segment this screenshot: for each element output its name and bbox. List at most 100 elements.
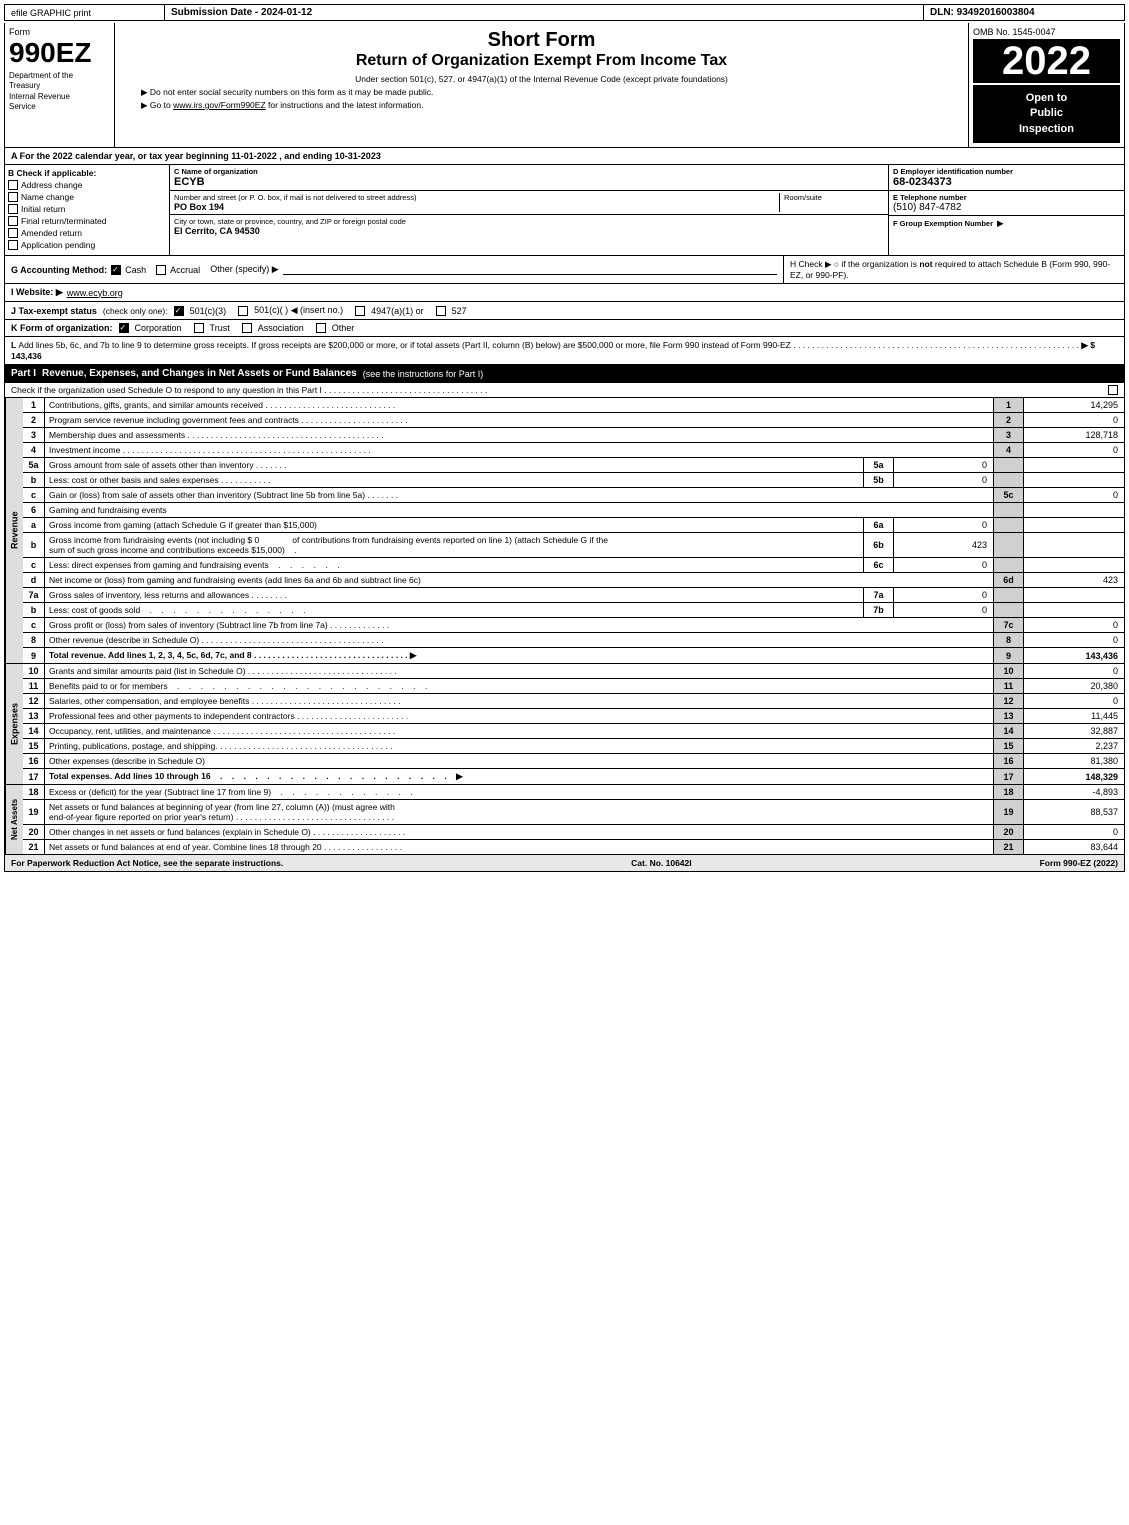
org-address-row: Number and street (or P. O. box, if mail… [170, 191, 888, 215]
row-val-3: 128,718 [1024, 428, 1124, 442]
l-dots: . . . . . . . . . . . . . . . . . . . . … [793, 340, 1079, 350]
row-linenum-6-empty [994, 503, 1024, 517]
revenue-row-6b: b Gross income from fundraising events (… [23, 533, 1124, 558]
cash-checkbox[interactable] [111, 265, 121, 275]
accrual-checkbox[interactable] [156, 265, 166, 275]
irs-link[interactable]: www.irs.gov/Form990EZ [173, 100, 266, 110]
row-desc-21: Net assets or fund balances at end of ye… [45, 840, 994, 854]
phone-row: E Telephone number (510) 847-4782 [889, 191, 1124, 216]
initial-return-checkbox[interactable] [8, 204, 18, 214]
row-num-6d: d [23, 573, 45, 587]
row-sub-7b: 7b [864, 603, 894, 617]
row-linenum-5c: 5c [994, 488, 1024, 502]
j-4947-check[interactable] [355, 306, 365, 316]
submission-text: Submission Date - 2024-01-12 [171, 7, 312, 18]
row-val-16: 81,380 [1024, 754, 1124, 768]
omb-number: OMB No. 1545-0047 [973, 27, 1120, 37]
section-j: J Tax-exempt status (check only one): 50… [5, 302, 1124, 320]
check-address-change: Address change [8, 180, 166, 190]
section-gh: G Accounting Method: Cash Accrual Other … [4, 256, 1125, 283]
row-num-17: 17 [23, 769, 45, 784]
row-num-15: 15 [23, 739, 45, 753]
row-desc-7c: Gross profit or (loss) from sales of inv… [45, 618, 994, 632]
net-row-20: 20 Other changes in net assets or fund b… [23, 825, 1124, 840]
row-val-10: 0 [1024, 664, 1124, 678]
row-desc-13: Professional fees and other payments to … [45, 709, 994, 723]
row-desc-9: Total revenue. Add lines 1, 2, 3, 4, 5c,… [45, 648, 994, 663]
revenue-row-5b: b Less: cost or other basis and sales ex… [23, 473, 1124, 488]
bullet2: ▶ Go to www.irs.gov/Form990EZ for instru… [121, 100, 962, 111]
omb-section: OMB No. 1545-0047 2022 Open toPublicInsp… [969, 23, 1124, 147]
j-527-check[interactable] [436, 306, 446, 316]
part1-schedule-o-check[interactable] [1108, 385, 1118, 395]
dln-text: DLN: 93492016003804 [930, 7, 1035, 18]
row-val-2: 0 [1024, 413, 1124, 427]
row-val-11: 20,380 [1024, 679, 1124, 693]
row-val-7c: 0 [1024, 618, 1124, 632]
row-num-3: 3 [23, 428, 45, 442]
row-sub-5b: 5b [864, 473, 894, 487]
expense-row-16: 16 Other expenses (describe in Schedule … [23, 754, 1124, 769]
revenue-row-4: 4 Investment income . . . . . . . . . . … [23, 443, 1124, 458]
row-num-14: 14 [23, 724, 45, 738]
row-num-5b: b [23, 473, 45, 487]
revenue-row-2: 2 Program service revenue including gove… [23, 413, 1124, 428]
j-501c3-label: 501(c)(3) [190, 306, 227, 316]
g-label: G Accounting Method: [11, 265, 107, 275]
k-assoc-label: Association [258, 323, 304, 333]
city-label: City or town, state or province, country… [174, 217, 884, 226]
row-desc-4: Investment income . . . . . . . . . . . … [45, 443, 994, 457]
row-val-7a-empty [1024, 588, 1124, 602]
j-501c-check[interactable] [238, 306, 248, 316]
k-trust-check[interactable] [194, 323, 204, 333]
l-value: 143,436 [11, 351, 42, 361]
name-change-checkbox[interactable] [8, 192, 18, 202]
row-desc-17: Total expenses. Add lines 10 through 16 … [45, 769, 994, 784]
form-number: 990EZ [9, 39, 110, 67]
row-desc-6d: Net income or (loss) from gaming and fun… [45, 573, 994, 587]
website-url[interactable]: www.ecyb.org [67, 288, 123, 298]
row-linenum-11: 11 [994, 679, 1024, 693]
expense-row-13: 13 Professional fees and other payments … [23, 709, 1124, 724]
footer-paperwork: For Paperwork Reduction Act Notice, see … [11, 858, 283, 868]
row-num-9: 9 [23, 648, 45, 663]
j-note: (check only one): [103, 306, 168, 316]
revenue-row-6c: c Less: direct expenses from gaming and … [23, 558, 1124, 573]
final-return-checkbox[interactable] [8, 216, 18, 226]
row-val-6a-empty [1024, 518, 1124, 532]
net-row-18: 18 Excess or (deficit) for the year (Sub… [23, 785, 1124, 800]
row-linenum-1: 1 [994, 398, 1024, 412]
row-desc-8: Other revenue (describe in Schedule O) .… [45, 633, 994, 647]
part1-check-note: Check if the organization used Schedule … [4, 383, 1125, 397]
application-pending-checkbox[interactable] [8, 240, 18, 250]
revenue-row-7a: 7a Gross sales of inventory, less return… [23, 588, 1124, 603]
revenue-row-1: 1 Contributions, gifts, grants, and simi… [23, 398, 1124, 413]
row-linenum-5b-empty [994, 473, 1024, 487]
section-ij: I Website: ▶ www.ecyb.org J Tax-exempt s… [4, 283, 1125, 364]
expense-row-10: 10 Grants and similar amounts paid (list… [23, 664, 1124, 679]
footer-form: Form 990-EZ (2022) [1040, 858, 1118, 868]
submission-date: Submission Date - 2024-01-12 [165, 5, 924, 20]
row-desc-6b: Gross income from fundraising events (no… [45, 533, 864, 557]
expenses-rows: 10 Grants and similar amounts paid (list… [23, 664, 1124, 784]
row-num-19: 19 [23, 800, 45, 824]
org-name-label: C Name of organization [174, 167, 884, 176]
row-val-5c: 0 [1024, 488, 1124, 502]
row-val-20: 0 [1024, 825, 1124, 839]
row-val-7b-empty [1024, 603, 1124, 617]
k-other-check[interactable] [316, 323, 326, 333]
accrual-label: Accrual [170, 265, 200, 275]
j-501c3-check[interactable] [174, 306, 184, 316]
j-527-label: 527 [452, 306, 467, 316]
check-note-text: Check if the organization used Schedule … [11, 385, 487, 395]
row-desc-6c: Less: direct expenses from gaming and fu… [45, 558, 864, 572]
k-corp-check[interactable] [119, 323, 129, 333]
row-num-11: 11 [23, 679, 45, 693]
k-trust-label: Trust [210, 323, 230, 333]
row-num-6a: a [23, 518, 45, 532]
k-assoc-check[interactable] [242, 323, 252, 333]
row-linenum-10: 10 [994, 664, 1024, 678]
amended-return-checkbox[interactable] [8, 228, 18, 238]
row-num-10: 10 [23, 664, 45, 678]
address-change-checkbox[interactable] [8, 180, 18, 190]
